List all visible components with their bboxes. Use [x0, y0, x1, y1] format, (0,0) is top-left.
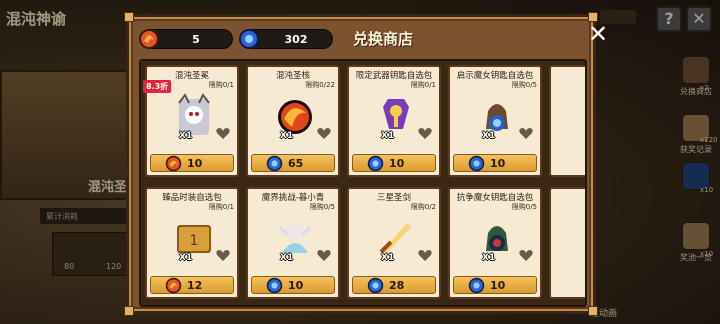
close-button[interactable]: ✕ [585, 22, 611, 48]
corner-ornament [124, 306, 134, 316]
item-price: 12 [187, 279, 203, 292]
purchase-limit: 限购0/22 [305, 81, 335, 89]
item-price: 28 [389, 279, 405, 292]
helm-item-icon [171, 93, 217, 139]
sword-item-icon [373, 215, 419, 261]
price-bar[interactable]: 10 [453, 276, 537, 294]
blue-orb-icon [238, 28, 260, 50]
shop-item-card[interactable]: 三星圣剑 限购0/2 X1 28 [347, 187, 441, 299]
item-price: 65 [288, 157, 304, 170]
item-quantity: X1 [482, 253, 496, 263]
purchase-limit: 限购0/5 [511, 81, 537, 89]
item-name: 宿命 [553, 69, 585, 81]
purchase-limit: 限购0/1 [208, 81, 234, 89]
core-item-icon [272, 93, 318, 139]
shop-item-grid[interactable]: 混沌圣冕 限购0/1 8.3折 X1 10 混沌圣核 限购0/22 X1 65 限定武器钥匙自选包… [139, 59, 587, 307]
fire-currency-display: 5 [138, 28, 233, 50]
discount-badge: 8.3折 [143, 80, 172, 93]
modal-header: 5 302 兑换商店 ✕ [137, 22, 608, 55]
bag-item-icon [474, 93, 520, 139]
shop-item-card[interactable]: 魔界挑战-暮小青 限购0/5 X1 10 [246, 187, 340, 299]
price-bar[interactable]: 65 [251, 154, 335, 172]
item-quantity: X1 [381, 131, 395, 141]
fire-orb-icon [165, 277, 182, 294]
blue-orb-icon [367, 277, 384, 294]
favorite-heart-icon[interactable] [316, 125, 332, 141]
chest-item-icon: 1 [171, 215, 217, 261]
purchase-limit: 限购0/2 [410, 203, 436, 211]
fire-currency-value: 5 [192, 32, 200, 46]
purchase-limit: 限购0/5 [309, 203, 335, 211]
fire-orb-icon [165, 155, 182, 172]
favorite-heart-icon[interactable] [518, 247, 534, 263]
shop-item-card[interactable]: 宿命 [549, 65, 585, 177]
item-quantity: X1 [179, 131, 193, 141]
item-price: 10 [490, 279, 506, 292]
item-quantity: X1 [179, 253, 193, 263]
corner-ornament [588, 306, 598, 316]
item-price: 10 [490, 157, 506, 170]
corner-ornament [124, 12, 134, 22]
item-price: 10 [288, 279, 304, 292]
blue-orb-icon [468, 277, 485, 294]
favorite-heart-icon[interactable] [417, 125, 433, 141]
hero-item-icon [272, 215, 318, 261]
item-price: 10 [187, 157, 203, 170]
price-bar[interactable]: 10 [150, 154, 234, 172]
key-item-icon [373, 93, 419, 139]
favorite-heart-icon[interactable] [417, 247, 433, 263]
price-bar[interactable]: 10 [352, 154, 436, 172]
shop-item-card[interactable]: 混沌圣冕 限购0/1 8.3折 X1 10 [143, 65, 239, 177]
item-quantity: X1 [381, 253, 395, 263]
blue-orb-icon [468, 155, 485, 172]
price-bar[interactable]: 10 [453, 154, 537, 172]
fire-orb-icon [138, 28, 160, 50]
svg-text:1: 1 [190, 233, 199, 249]
blue-currency-value: 302 [284, 32, 308, 46]
purchase-limit: 限购0/5 [511, 203, 537, 211]
modal-title: 兑换商店 [352, 30, 413, 48]
shop-item-card[interactable]: 混沌圣核 限购0/22 X1 65 [246, 65, 340, 177]
shop-item-card[interactable]: 启示魔女钥匙自选包 限购0/5 X1 10 [448, 65, 542, 177]
exchange-shop-modal: 5 302 兑换商店 ✕ 混沌圣冕 限购0/1 8.3折 X1 10 混沌圣核 限购0/22… [124, 12, 608, 316]
price-bar[interactable]: 28 [352, 276, 436, 294]
blue-orb-icon [266, 277, 283, 294]
bag2-item-icon [474, 215, 520, 261]
shop-item-card[interactable]: 限定武器钥匙自选包 限购0/1 X1 10 [347, 65, 441, 177]
shop-item-card[interactable] [549, 187, 585, 299]
item-price: 10 [389, 157, 405, 170]
favorite-heart-icon[interactable] [215, 125, 231, 141]
shop-item-card[interactable]: 臻品时装自选包 限购0/1 1 X1 12 [145, 187, 239, 299]
blue-orb-icon [367, 155, 384, 172]
price-bar[interactable]: 12 [150, 276, 234, 294]
item-quantity: X1 [280, 131, 294, 141]
price-bar[interactable]: 10 [251, 276, 335, 294]
favorite-heart-icon[interactable] [518, 125, 534, 141]
item-quantity: X1 [482, 131, 496, 141]
shop-item-card[interactable]: 抗争魔女钥匙自选包 限购0/5 X1 10 [448, 187, 542, 299]
blue-orb-icon [266, 155, 283, 172]
item-quantity: X1 [280, 253, 294, 263]
blue-currency-display: 302 [238, 28, 333, 50]
favorite-heart-icon[interactable] [215, 247, 231, 263]
purchase-limit: 限购0/1 [208, 203, 234, 211]
purchase-limit: 限购0/1 [410, 81, 436, 89]
favorite-heart-icon[interactable] [316, 247, 332, 263]
